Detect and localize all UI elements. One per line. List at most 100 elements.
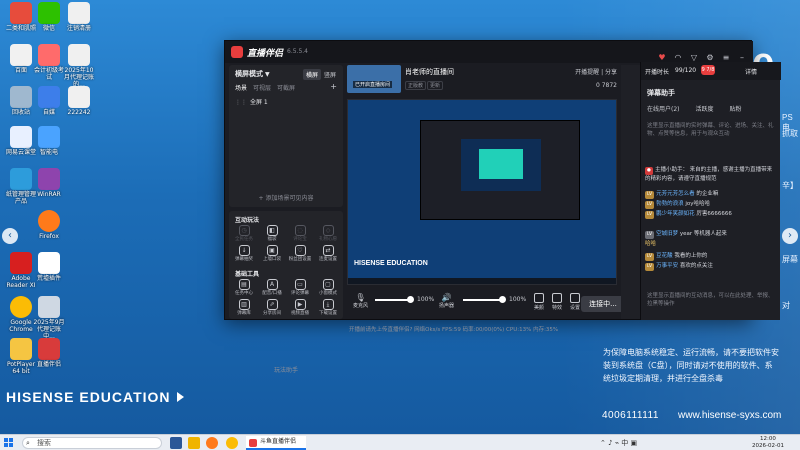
chat-user[interactable]: 空城旧梦: [656, 231, 678, 237]
chat-user[interactable]: 勃勃的浪浪: [656, 201, 684, 207]
chevron-left-icon[interactable]: ‹: [2, 228, 18, 244]
details-link[interactable]: 详情: [745, 67, 757, 76]
tab-visible-layer[interactable]: 可视层: [253, 85, 271, 92]
start-live-button[interactable]: 连接中...: [581, 296, 625, 312]
library-icon: ▥: [238, 299, 250, 310]
desktop-icon[interactable]: 荒墟插件: [32, 252, 66, 282]
desktop-icon[interactable]: 注销清册: [62, 2, 96, 32]
level-badge: 9 7/8: [701, 65, 715, 75]
toggle-portrait[interactable]: 竖屏: [321, 69, 339, 80]
search-icon: ⌕: [26, 439, 30, 447]
firefox-icon[interactable]: [206, 437, 218, 449]
tool-voice[interactable]: A 配音/口播: [259, 279, 285, 297]
desktop-icon[interactable]: 2025年10月代理记账的...: [62, 44, 96, 88]
taskbar-search[interactable]: ⌕ 搜索: [22, 437, 162, 449]
download-icon: ⤓: [322, 299, 334, 310]
tool-fan-club[interactable]: ♡ 粉丝团设置: [287, 245, 313, 263]
window-titlebar[interactable]: 直播伴侣 6.5.5.4 ♥◠▽⚙≡–□✕: [225, 41, 753, 81]
tool-download[interactable]: ⤓ 下载设置: [315, 299, 341, 317]
room-tag[interactable]: 更新: [427, 81, 444, 90]
drag-handle-icon[interactable]: ⋮⋮: [235, 99, 247, 106]
tool-lottery[interactable]: ↓ 弹幕抽奖: [231, 245, 257, 263]
tool-share[interactable]: ⇗ 分享房间: [259, 299, 285, 317]
tool-task[interactable]: ◷ 全民任务: [231, 225, 257, 243]
speaker-control[interactable]: 🔊 扬声器: [439, 293, 454, 309]
desktop-icon[interactable]: 智能电: [32, 126, 66, 156]
chat-message[interactable]: 哈哈: [645, 240, 777, 248]
task-label: 斗鱼直播伴侣: [260, 438, 297, 445]
tool-label: 粉丝团设置: [288, 257, 312, 262]
slider-knob[interactable]: [499, 296, 506, 303]
tool-video[interactable]: ▶ 视频直播: [287, 299, 313, 317]
task-view-icon[interactable]: [170, 437, 182, 449]
chat-user[interactable]: 哈哈: [645, 241, 656, 247]
chat-message[interactable]: LV 元芳元芳怎么看 的企业嘛: [645, 190, 777, 199]
system-tray[interactable]: ⌃ ♪ ⌁ 中 ▣: [600, 438, 637, 448]
tool-task-center[interactable]: ▤ 任务中心: [231, 279, 257, 297]
desktop-icon[interactable]: 微信: [32, 2, 66, 32]
chat-user[interactable]: 豆花酸: [656, 253, 673, 259]
tool-wall[interactable]: ▣ 上墙口袋: [259, 245, 285, 263]
windows-start-icon[interactable]: [4, 438, 14, 448]
chat-user[interactable]: 元芳元芳怎么看: [656, 191, 695, 197]
mic-volume-slider[interactable]: [375, 296, 414, 303]
tool-wish[interactable]: ◇ 礼物心愿: [315, 225, 341, 243]
tool-mini-window[interactable]: ▢ 小窗模式: [315, 279, 341, 297]
desktop-icon[interactable]: 会计初级考试: [32, 44, 66, 81]
room-name[interactable]: 肖老师的直播间: [405, 67, 454, 77]
speaker-volume-slider[interactable]: [463, 296, 506, 303]
more-tools-button[interactable]: 玩法助手: [229, 365, 343, 374]
room-actions[interactable]: 开播提醒 | 分享: [575, 67, 617, 76]
tab-scene[interactable]: 场景: [235, 85, 247, 92]
effects-button[interactable]: 特效: [547, 293, 567, 311]
tool-lucky-bag[interactable]: ◧ 福袋: [259, 225, 285, 243]
speaker-icon: 🔊: [441, 293, 452, 302]
tab-activity[interactable]: 活跃度: [696, 106, 714, 113]
room-cover[interactable]: 已开启直播房间: [347, 65, 401, 93]
tab-fans[interactable]: 贴粉: [730, 106, 742, 113]
chat-user[interactable]: 鹏少年笑颜如花: [656, 211, 695, 217]
desktop-icon[interactable]: 222242: [62, 86, 96, 116]
desktop-icon[interactable]: 直播伴侣: [32, 338, 66, 368]
taskbar-live-companion[interactable]: 斗鱼直播伴侣: [246, 436, 306, 450]
level-badge: LV: [645, 201, 655, 209]
link-icon: ⇄: [322, 245, 334, 256]
file-explorer-icon[interactable]: [188, 437, 200, 449]
add-scene-icon[interactable]: +: [330, 82, 337, 91]
tab-online-users[interactable]: 在线用户(2): [647, 106, 680, 113]
desktop-icon[interactable]: 自媒: [32, 86, 66, 116]
tool-label: 弹幕抽奖: [235, 257, 253, 262]
chat-message[interactable]: LV 万事平安 喜欢的点关注: [645, 262, 777, 271]
chrome-icon[interactable]: [226, 437, 238, 449]
desktop-icon[interactable]: 2025年9月代理记账中...: [32, 296, 66, 340]
toggle-landscape[interactable]: 横屏: [302, 69, 321, 80]
beauty-button[interactable]: 美颜: [529, 293, 549, 311]
tool-label: 连麦设置: [319, 257, 337, 262]
chevron-right-icon[interactable]: ›: [782, 228, 798, 244]
chat-text: year 等机器人起来: [679, 231, 727, 237]
mode-selector[interactable]: 横屏模式 ▼: [235, 69, 270, 79]
basic-tools-title: 基础工具: [235, 271, 260, 278]
desktop-icon[interactable]: WinRAR: [32, 168, 66, 198]
chat-message[interactable]: LV 勃勃的浪浪 joy哈哈哈: [645, 200, 777, 209]
tab-capture[interactable]: 可截屏: [277, 85, 295, 92]
document-icon: [68, 2, 90, 24]
chat-message[interactable]: LV 豆花酸 我看的上你的: [645, 252, 777, 261]
add-source-button[interactable]: + 添加场景可见内容: [229, 193, 343, 202]
slider-knob[interactable]: [407, 296, 414, 303]
desktop-icon[interactable]: Firefox: [32, 210, 66, 240]
chat-message[interactable]: LV 空城旧梦 year 等机器人起来: [645, 230, 777, 239]
tool-link-mic[interactable]: ⇄ 连麦设置: [315, 245, 341, 263]
stream-preview[interactable]: HISENSE EDUCATION: [347, 99, 617, 285]
scene-item[interactable]: ⋮⋮ 全屏 1: [235, 97, 339, 107]
room-tag[interactable]: 正版教: [405, 81, 427, 90]
tool-danmaku[interactable]: ▭ 评论弹幕: [287, 279, 313, 297]
chat-message[interactable]: LV 鹏少年笑颜如花 厉害6666666: [645, 210, 777, 219]
mic-control[interactable]: 🎙 麦克风: [353, 293, 368, 309]
tool-danmaku-lib[interactable]: ▥ 弹幕库: [231, 299, 257, 317]
taskbar-clock[interactable]: 12:00 2026-02-01: [752, 436, 784, 450]
clock-time: 12:00: [760, 436, 776, 442]
tool-comment[interactable]: ◌ 评论宝: [287, 225, 313, 243]
settings-icon: [570, 293, 580, 303]
chat-user[interactable]: 万事平安: [656, 263, 678, 269]
